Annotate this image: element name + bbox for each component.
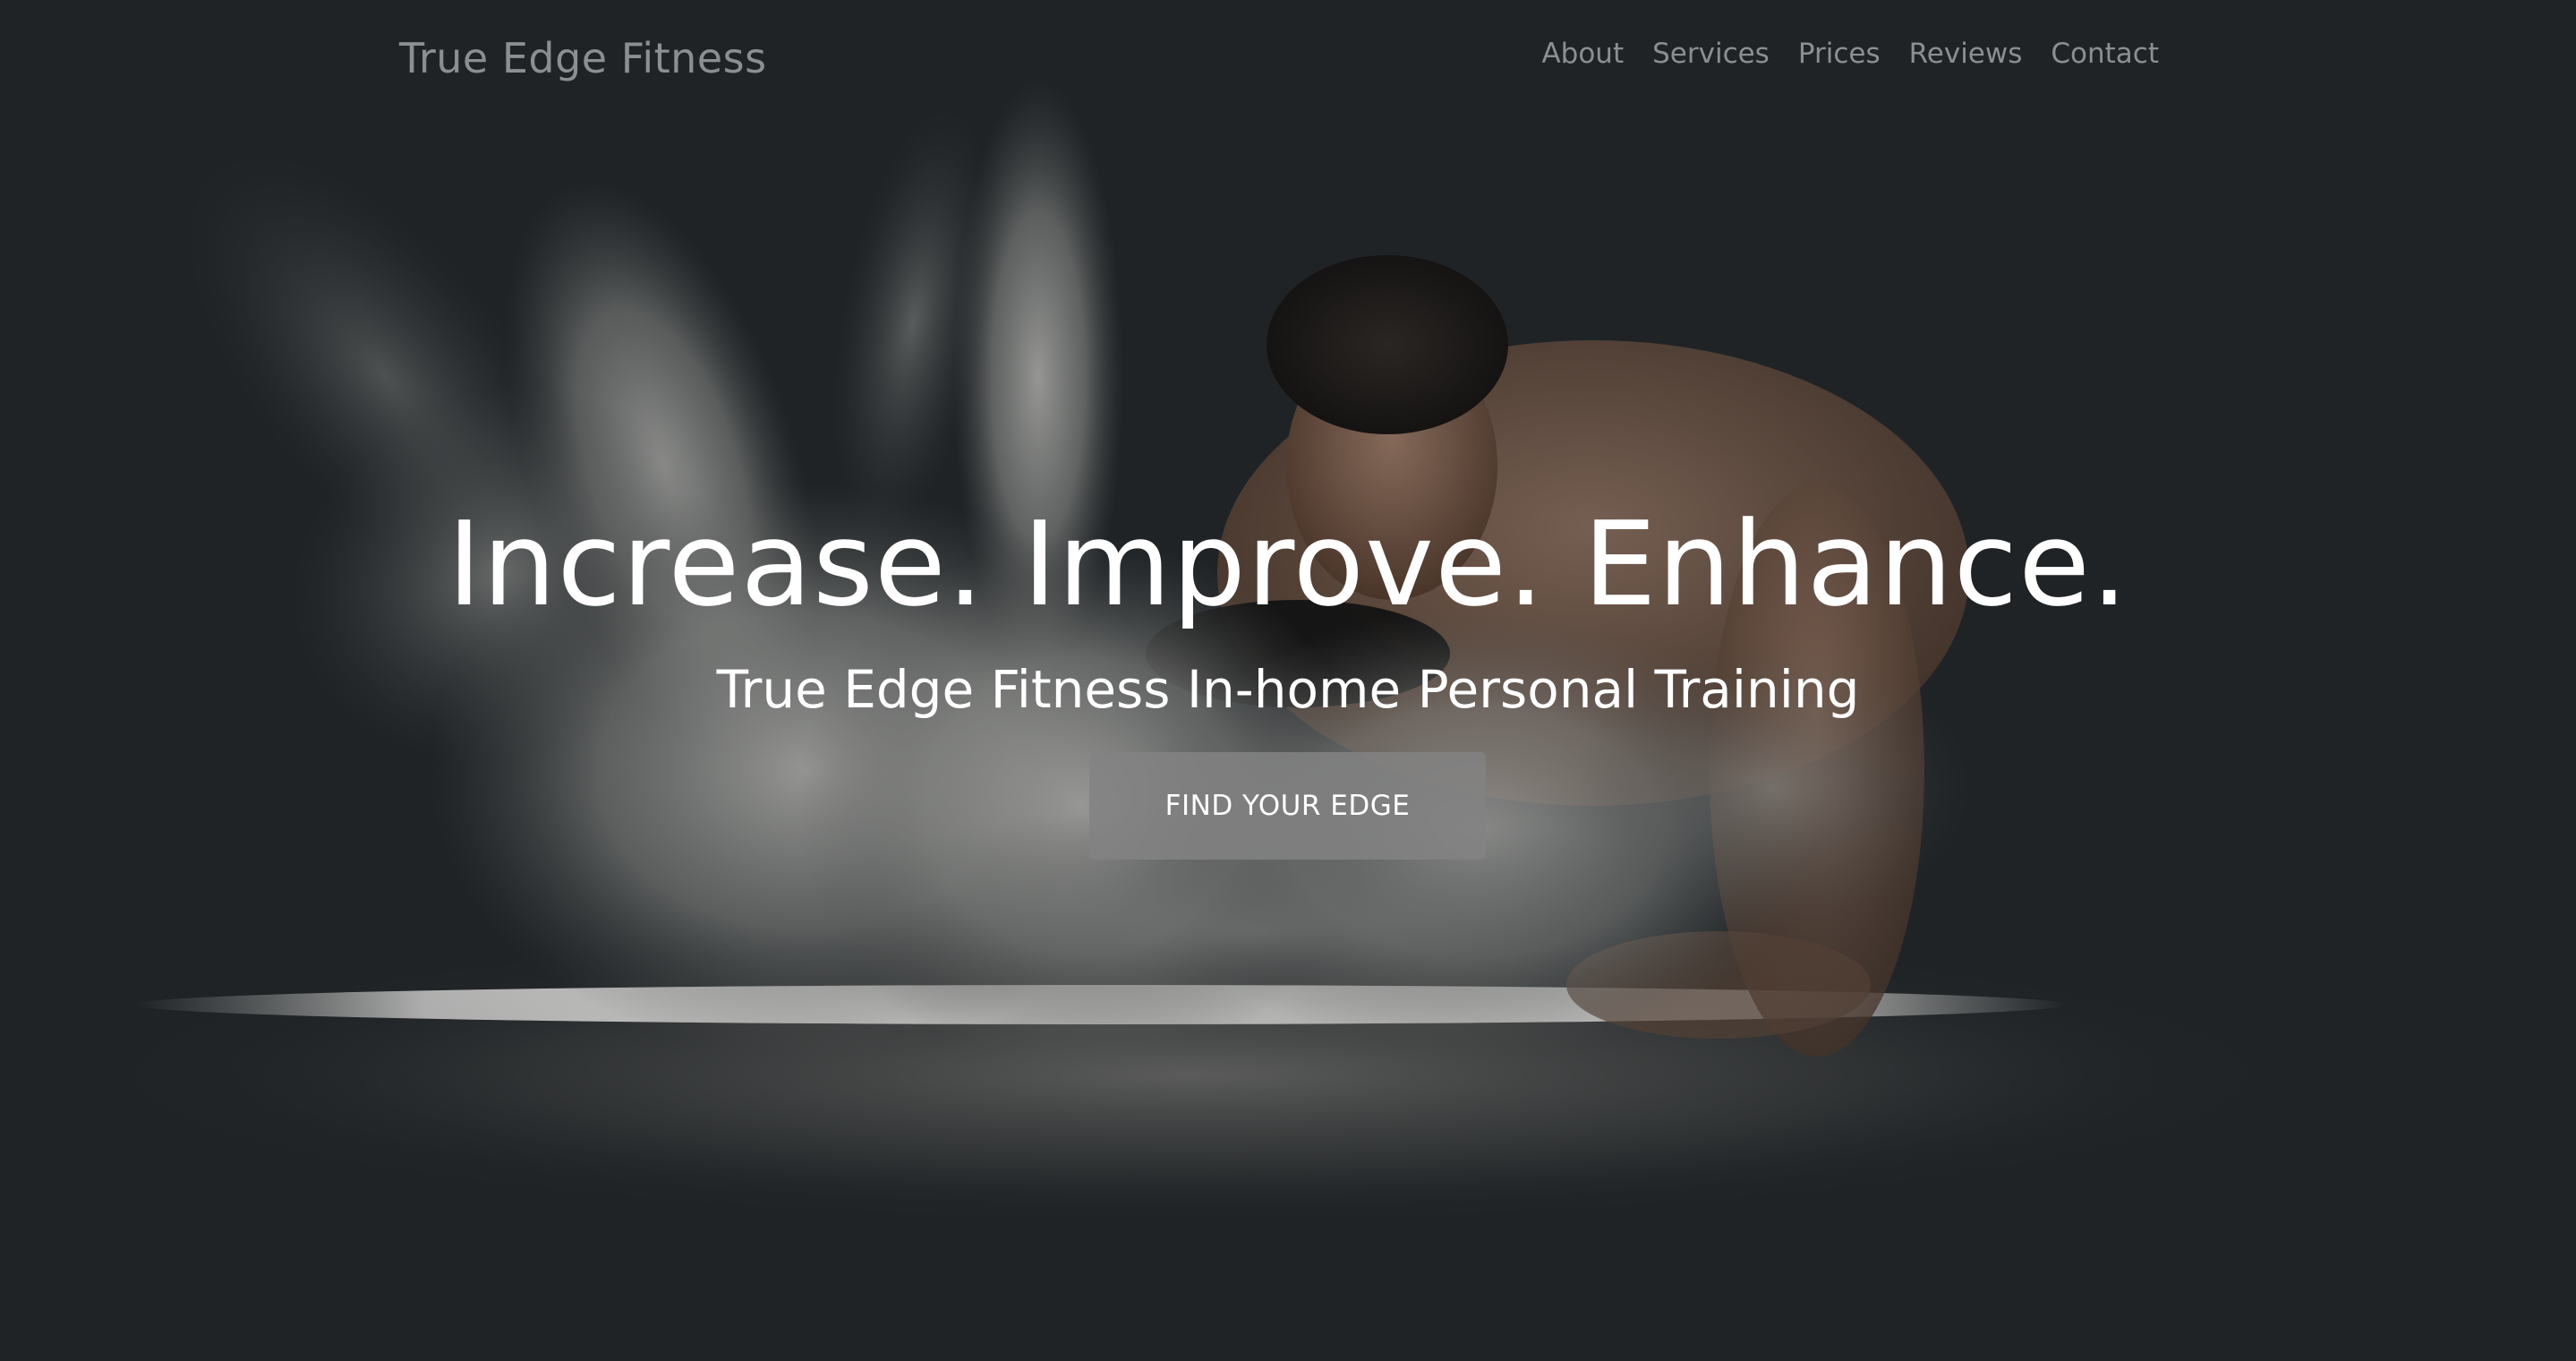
nav-link-prices[interactable]: Prices xyxy=(1798,34,1881,73)
nav-link-services[interactable]: Services xyxy=(1652,34,1770,73)
brand-logo-text[interactable]: True Edge Fitness xyxy=(399,34,767,82)
hero-subheadline: True Edge Fitness In-home Personal Train… xyxy=(716,659,1860,720)
nav-link-contact[interactable]: Contact xyxy=(2051,34,2159,73)
hero-headline: Increase. Improve. Enhance. xyxy=(447,496,2129,632)
landing-page: True Edge Fitness About Services Prices … xyxy=(0,0,2576,1361)
nav-link-about[interactable]: About xyxy=(1541,34,1624,73)
nav-link-reviews[interactable]: Reviews xyxy=(1909,34,2023,73)
main-nav: About Services Prices Reviews Contact xyxy=(1541,34,2159,73)
find-your-edge-button[interactable]: FIND YOUR EDGE xyxy=(1089,752,1486,860)
